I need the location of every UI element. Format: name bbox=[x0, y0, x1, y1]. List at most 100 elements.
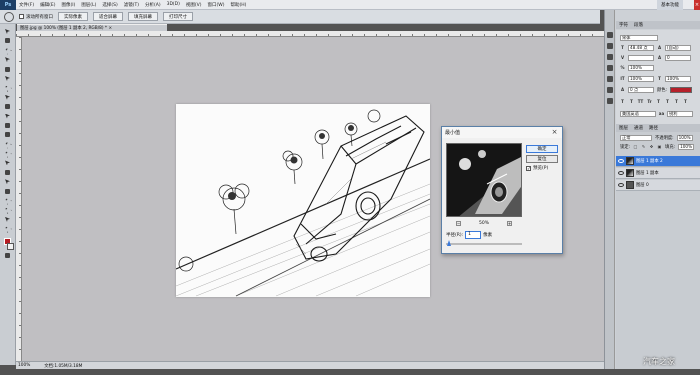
workspace-switcher[interactable]: 基本功能 bbox=[657, 0, 683, 10]
print-size-button[interactable]: 打印尺寸 bbox=[163, 12, 193, 21]
baseline-shift-field[interactable]: 0 点 bbox=[628, 86, 654, 93]
brush-panel-icon[interactable] bbox=[606, 54, 613, 60]
menu-layer[interactable]: 图层(L) bbox=[78, 2, 99, 8]
eye-icon[interactable] bbox=[618, 171, 624, 175]
reset-button[interactable]: 复位 bbox=[526, 155, 558, 163]
zoom-out-button[interactable]: − bbox=[455, 221, 461, 226]
tab-paragraph[interactable]: 段落 bbox=[634, 22, 643, 28]
radius-slider-track[interactable] bbox=[446, 243, 522, 245]
zoom-in-button[interactable]: + bbox=[507, 221, 512, 226]
menu-edit[interactable]: 编辑(E) bbox=[37, 2, 58, 8]
clone-source-panel-icon[interactable] bbox=[606, 65, 613, 71]
shape-tool-icon[interactable] bbox=[3, 188, 12, 195]
path-selection-tool-icon[interactable] bbox=[3, 178, 12, 185]
fit-screen-button[interactable]: 适合屏幕 bbox=[93, 12, 123, 21]
menu-select[interactable]: 选择(S) bbox=[99, 2, 120, 8]
brush-tool-icon[interactable] bbox=[3, 94, 12, 101]
clone-stamp-tool-icon[interactable] bbox=[3, 103, 12, 110]
lasso-tool-icon[interactable] bbox=[3, 47, 12, 54]
superscript-button[interactable]: T bbox=[656, 99, 661, 104]
scale-percent-field[interactable]: 100% bbox=[628, 64, 654, 71]
eye-icon[interactable] bbox=[618, 183, 624, 187]
pen-tool-icon[interactable] bbox=[3, 159, 12, 166]
blur-tool-icon[interactable] bbox=[3, 141, 12, 148]
magic-wand-tool-icon[interactable] bbox=[3, 56, 12, 63]
faux-italic-button[interactable]: T bbox=[629, 99, 634, 104]
3d-orbit-tool-icon[interactable] bbox=[3, 206, 12, 213]
language-select[interactable]: 美国英语 bbox=[620, 110, 656, 117]
tab-character[interactable]: 字符 bbox=[619, 22, 628, 28]
menu-view[interactable]: 视图(V) bbox=[183, 2, 205, 8]
type-tool-icon[interactable] bbox=[3, 169, 12, 176]
eye-icon[interactable] bbox=[618, 159, 624, 163]
tool-presets-panel-icon[interactable] bbox=[606, 98, 613, 104]
leading-field[interactable]: (自动) bbox=[665, 44, 691, 51]
strikethrough-button[interactable]: T bbox=[683, 99, 688, 104]
marquee-tool-icon[interactable] bbox=[3, 37, 12, 44]
preview-option[interactable]: ✓ 预览(P) bbox=[526, 165, 548, 172]
document-size[interactable]: 文档:1.05M/3.18M bbox=[44, 363, 82, 369]
radius-input[interactable]: 1 bbox=[465, 231, 482, 239]
underline-button[interactable]: T bbox=[674, 99, 679, 104]
filter-preview[interactable] bbox=[446, 143, 522, 217]
preview-checkbox[interactable]: ✓ bbox=[526, 165, 531, 172]
zoom-tool-icon[interactable] bbox=[4, 11, 14, 22]
layer-row[interactable]: 图层 1 副本 bbox=[616, 168, 700, 179]
lock-position-icon[interactable]: ✥ bbox=[649, 144, 654, 149]
blend-mode-select[interactable]: 正常 bbox=[620, 134, 652, 141]
menu-image[interactable]: 图像(I) bbox=[58, 2, 78, 8]
actual-pixels-button[interactable]: 实际像素 bbox=[58, 12, 88, 21]
lock-pixels-icon[interactable]: ✎ bbox=[641, 144, 646, 149]
text-color-swatch[interactable] bbox=[670, 86, 693, 93]
history-brush-tool-icon[interactable] bbox=[3, 113, 12, 120]
subscript-button[interactable]: T bbox=[665, 99, 670, 104]
scroll-all-checkbox[interactable] bbox=[19, 14, 24, 19]
eyedropper-tool-icon[interactable] bbox=[3, 75, 12, 82]
horizontal-scale-field[interactable]: 100% bbox=[665, 75, 691, 82]
background-color-swatch[interactable] bbox=[6, 242, 14, 250]
ok-button[interactable]: 确定 bbox=[526, 145, 558, 153]
opacity-field[interactable]: 100% bbox=[676, 134, 693, 141]
vertical-scale-field[interactable]: 100% bbox=[628, 75, 654, 82]
menu-analysis[interactable]: 分析(A) bbox=[142, 2, 164, 8]
paragraph-panel-icon[interactable] bbox=[606, 87, 613, 93]
close-icon[interactable]: × bbox=[694, 0, 700, 10]
document-tab[interactable]: 图层.jpg @ 100% (图层 1 副本 2, RGB/8) * × bbox=[17, 24, 167, 31]
zoom-level[interactable]: 100% bbox=[18, 363, 30, 368]
scroll-all-windows-option[interactable]: 滚动所有窗口 bbox=[19, 14, 53, 20]
menu-filter[interactable]: 滤镜(T) bbox=[121, 2, 142, 8]
actions-panel-icon[interactable] bbox=[606, 43, 613, 49]
kerning-field[interactable] bbox=[628, 54, 654, 61]
character-panel-icon[interactable] bbox=[606, 76, 613, 82]
lock-all-icon[interactable]: ▣ bbox=[657, 144, 662, 149]
eraser-tool-icon[interactable] bbox=[3, 122, 12, 129]
close-icon[interactable]: × bbox=[551, 129, 558, 136]
lock-transparency-icon[interactable]: □ bbox=[633, 144, 638, 149]
tab-layers[interactable]: 图层 bbox=[619, 125, 628, 131]
anti-alias-select[interactable]: 锐利 bbox=[667, 110, 693, 117]
move-tool-icon[interactable] bbox=[3, 28, 12, 35]
layer-row[interactable]: 图层 1 副本 2 bbox=[616, 156, 700, 167]
faux-bold-button[interactable]: T bbox=[620, 99, 625, 104]
font-family-select[interactable]: 宋体 bbox=[620, 34, 658, 41]
tab-channels[interactable]: 通道 bbox=[634, 125, 643, 131]
3d-rotate-tool-icon[interactable] bbox=[3, 197, 12, 204]
all-caps-button[interactable]: TT bbox=[638, 99, 644, 104]
menu-file[interactable]: 文件(F) bbox=[16, 2, 37, 8]
fill-screen-button[interactable]: 填充屏幕 bbox=[128, 12, 158, 21]
dodge-tool-icon[interactable] bbox=[3, 150, 12, 157]
zoom-tool-icon[interactable] bbox=[3, 225, 12, 232]
document-image[interactable] bbox=[176, 104, 430, 297]
quick-mask-icon[interactable] bbox=[3, 252, 12, 259]
menu-window[interactable]: 窗口(W) bbox=[204, 2, 227, 8]
menu-help[interactable]: 帮助(H) bbox=[227, 2, 249, 8]
crop-tool-icon[interactable] bbox=[3, 66, 12, 73]
tab-paths[interactable]: 路径 bbox=[649, 125, 658, 131]
tracking-field[interactable]: 0 bbox=[665, 54, 691, 61]
font-size-field[interactable]: 48.48 点 bbox=[628, 44, 654, 51]
hand-tool-icon[interactable] bbox=[3, 216, 12, 223]
history-panel-icon[interactable] bbox=[606, 32, 613, 38]
menu-3d[interactable]: 3D(D) bbox=[164, 2, 183, 7]
fill-field[interactable]: 100% bbox=[678, 143, 695, 150]
healing-brush-tool-icon[interactable] bbox=[3, 84, 12, 91]
